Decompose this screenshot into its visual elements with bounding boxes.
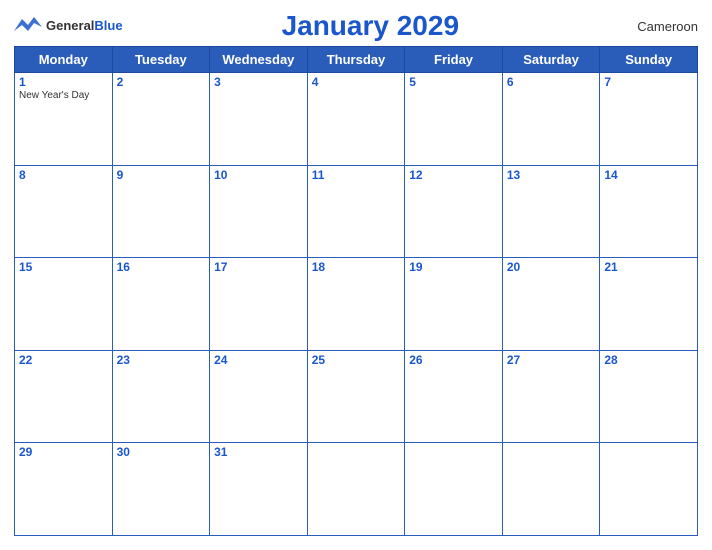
day-cell: 31 xyxy=(210,443,308,536)
header-cell-tuesday: Tuesday xyxy=(112,47,210,73)
day-number: 28 xyxy=(604,353,693,367)
header-cell-thursday: Thursday xyxy=(307,47,405,73)
day-cell: 6 xyxy=(502,73,600,166)
day-number: 9 xyxy=(117,168,206,182)
day-number: 7 xyxy=(604,75,693,89)
day-cell: 10 xyxy=(210,165,308,258)
header-row: MondayTuesdayWednesdayThursdayFridaySatu… xyxy=(15,47,698,73)
header-cell-friday: Friday xyxy=(405,47,503,73)
day-cell: 15 xyxy=(15,258,113,351)
day-number: 21 xyxy=(604,260,693,274)
day-cell: 28 xyxy=(600,350,698,443)
day-number: 10 xyxy=(214,168,303,182)
day-number: 5 xyxy=(409,75,498,89)
day-number: 24 xyxy=(214,353,303,367)
day-number: 12 xyxy=(409,168,498,182)
day-number: 17 xyxy=(214,260,303,274)
day-cell xyxy=(502,443,600,536)
day-cell: 24 xyxy=(210,350,308,443)
day-cell: 30 xyxy=(112,443,210,536)
day-cell xyxy=(307,443,405,536)
week-row-4: 22 23 24 25 26 27 28 xyxy=(15,350,698,443)
day-cell: 11 xyxy=(307,165,405,258)
day-number: 15 xyxy=(19,260,108,274)
day-number: 25 xyxy=(312,353,401,367)
day-cell: 4 xyxy=(307,73,405,166)
header-cell-saturday: Saturday xyxy=(502,47,600,73)
week-row-3: 15 16 17 18 19 20 21 xyxy=(15,258,698,351)
day-cell: 13 xyxy=(502,165,600,258)
day-number: 1 xyxy=(19,75,108,89)
day-cell: 21 xyxy=(600,258,698,351)
day-number: 20 xyxy=(507,260,596,274)
day-cell: 16 xyxy=(112,258,210,351)
day-cell: 2 xyxy=(112,73,210,166)
day-number: 8 xyxy=(19,168,108,182)
day-cell: 23 xyxy=(112,350,210,443)
calendar-title: January 2029 xyxy=(123,10,618,42)
day-cell: 18 xyxy=(307,258,405,351)
day-number: 11 xyxy=(312,168,401,182)
day-number: 31 xyxy=(214,445,303,459)
logo: GeneralBlue xyxy=(14,15,123,37)
day-number: 18 xyxy=(312,260,401,274)
day-cell: 17 xyxy=(210,258,308,351)
holiday-label: New Year's Day xyxy=(19,90,108,101)
day-cell: 5 xyxy=(405,73,503,166)
day-cell: 20 xyxy=(502,258,600,351)
day-number: 13 xyxy=(507,168,596,182)
day-cell: 27 xyxy=(502,350,600,443)
week-row-5: 29 30 31 xyxy=(15,443,698,536)
day-number: 6 xyxy=(507,75,596,89)
day-cell xyxy=(600,443,698,536)
page-header: GeneralBlue January 2029 Cameroon xyxy=(14,10,698,42)
week-row-1: 1New Year's Day 234567 xyxy=(15,73,698,166)
day-cell: 8 xyxy=(15,165,113,258)
day-number: 27 xyxy=(507,353,596,367)
day-number: 3 xyxy=(214,75,303,89)
day-cell: 12 xyxy=(405,165,503,258)
header-cell-wednesday: Wednesday xyxy=(210,47,308,73)
day-cell: 1New Year's Day xyxy=(15,73,113,166)
logo-text: GeneralBlue xyxy=(46,17,123,35)
day-cell: 9 xyxy=(112,165,210,258)
day-cell: 19 xyxy=(405,258,503,351)
day-cell: 3 xyxy=(210,73,308,166)
header-cell-sunday: Sunday xyxy=(600,47,698,73)
logo-icon xyxy=(14,15,42,37)
day-number: 30 xyxy=(117,445,206,459)
day-number: 4 xyxy=(312,75,401,89)
day-number: 26 xyxy=(409,353,498,367)
day-number: 2 xyxy=(117,75,206,89)
day-number: 16 xyxy=(117,260,206,274)
day-cell: 29 xyxy=(15,443,113,536)
day-cell: 25 xyxy=(307,350,405,443)
day-cell: 7 xyxy=(600,73,698,166)
day-number: 22 xyxy=(19,353,108,367)
day-number: 19 xyxy=(409,260,498,274)
day-cell xyxy=(405,443,503,536)
day-cell: 26 xyxy=(405,350,503,443)
calendar-table: MondayTuesdayWednesdayThursdayFridaySatu… xyxy=(14,46,698,536)
day-number: 23 xyxy=(117,353,206,367)
header-cell-monday: Monday xyxy=(15,47,113,73)
day-cell: 14 xyxy=(600,165,698,258)
country-label: Cameroon xyxy=(618,19,698,34)
week-row-2: 89 10 11 12 13 14 xyxy=(15,165,698,258)
day-cell: 22 xyxy=(15,350,113,443)
day-number: 29 xyxy=(19,445,108,459)
day-number: 14 xyxy=(604,168,693,182)
